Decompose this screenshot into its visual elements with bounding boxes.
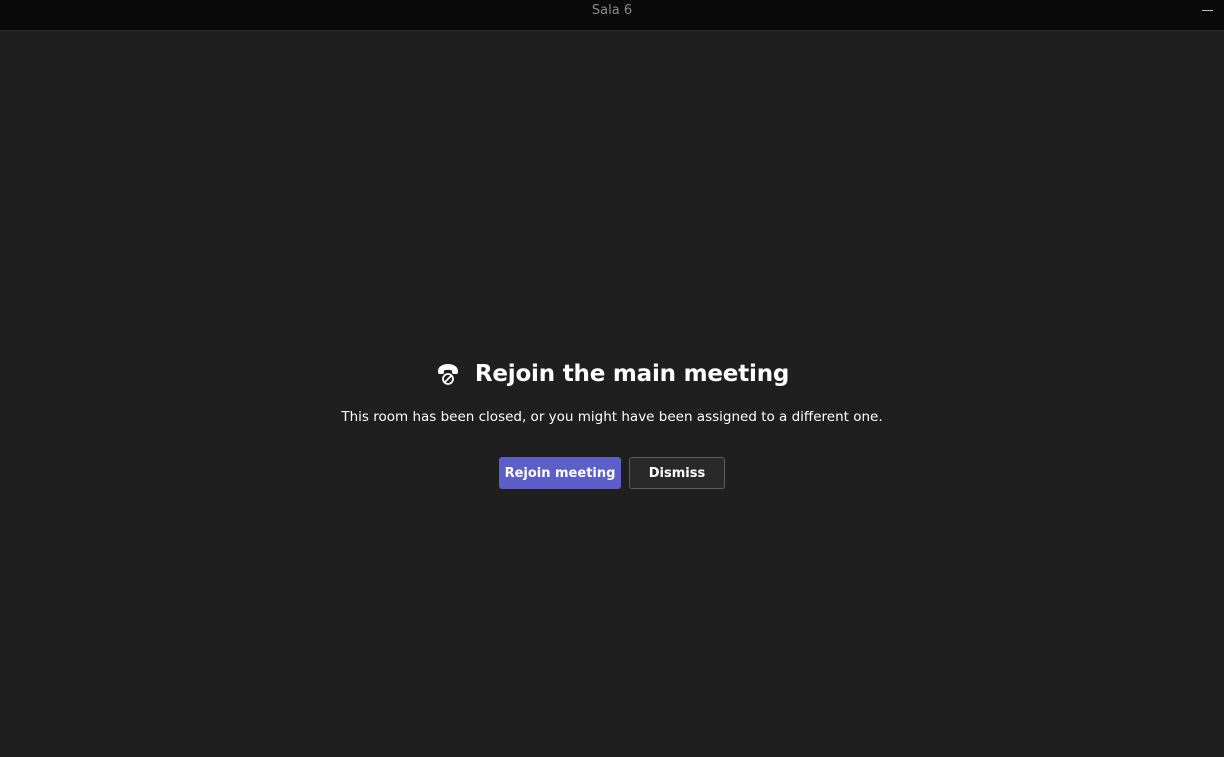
minimize-button[interactable] — [1200, 0, 1216, 20]
phone-hangup-icon — [437, 364, 458, 385]
minimize-icon — [1202, 10, 1213, 11]
dialog-header: Rejoin the main meeting — [0, 361, 1224, 387]
title-bar: Sala 6 — [0, 0, 1224, 31]
window-title: Sala 6 — [591, 3, 633, 18]
dialog-actions: Rejoin meeting Dismiss — [0, 457, 1224, 489]
main-content: Rejoin the main meeting This room has be… — [0, 31, 1224, 757]
dialog-message: This room has been closed, or you might … — [341, 409, 883, 425]
dismiss-button[interactable]: Dismiss — [629, 457, 725, 489]
rejoin-meeting-button[interactable]: Rejoin meeting — [499, 457, 621, 489]
dialog-heading: Rejoin the main meeting — [474, 361, 790, 387]
